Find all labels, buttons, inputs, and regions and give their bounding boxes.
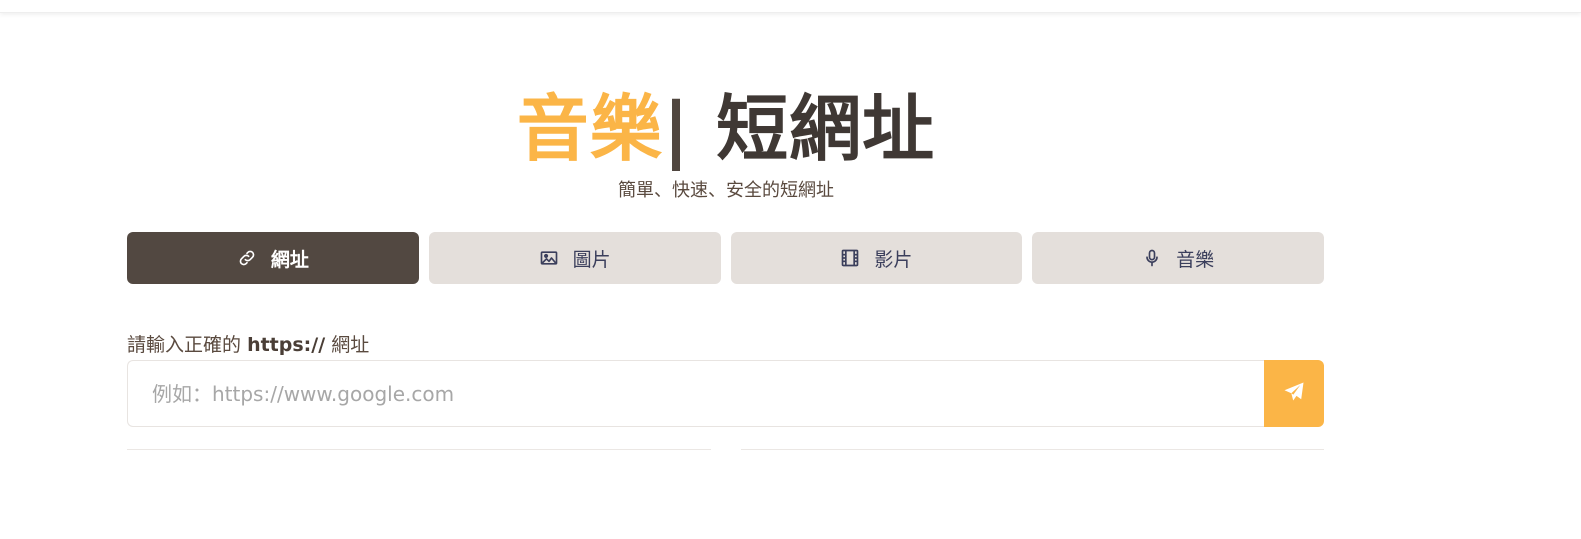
url-label-protocol: https:// bbox=[247, 334, 326, 356]
submit-button[interactable] bbox=[1264, 360, 1324, 427]
url-input[interactable] bbox=[127, 360, 1264, 427]
page-title: 音樂| 短網址 bbox=[0, 88, 1452, 170]
divider-left bbox=[127, 449, 711, 450]
hero: 音樂| 短網址 簡單、快速、安全的短網址 bbox=[0, 88, 1452, 204]
image-icon bbox=[539, 248, 559, 268]
tab-url-label: 網址 bbox=[270, 248, 309, 271]
tab-music[interactable]: 音樂 bbox=[1032, 232, 1324, 284]
divider-right bbox=[741, 449, 1324, 450]
title-main: 短網址 bbox=[690, 87, 936, 171]
tab-image[interactable]: 圖片 bbox=[428, 232, 721, 284]
link-icon bbox=[237, 248, 257, 268]
url-label-prefix: 請輸入正確的 bbox=[127, 334, 242, 356]
microphone-icon bbox=[1142, 248, 1162, 268]
top-navbar bbox=[0, 0, 1581, 13]
title-separator: | bbox=[662, 87, 691, 171]
film-icon bbox=[840, 248, 860, 268]
title-accent: 音樂 bbox=[516, 87, 663, 171]
tab-image-label: 圖片 bbox=[572, 248, 611, 271]
tab-music-label: 音樂 bbox=[1176, 248, 1215, 271]
url-field-label: 請輸入正確的 https:// 網址 bbox=[127, 332, 369, 358]
page-subtitle: 簡單、快速、安全的短網址 bbox=[618, 180, 834, 201]
tab-video[interactable]: 影片 bbox=[730, 232, 1023, 284]
shorten-type-tabs: 網址 圖片 影片 音樂 bbox=[127, 232, 1324, 284]
url-input-group bbox=[127, 360, 1324, 427]
url-label-suffix: 網址 bbox=[331, 334, 370, 356]
tab-video-label: 影片 bbox=[874, 248, 913, 271]
tab-url[interactable]: 網址 bbox=[127, 232, 419, 284]
send-icon bbox=[1282, 380, 1306, 407]
